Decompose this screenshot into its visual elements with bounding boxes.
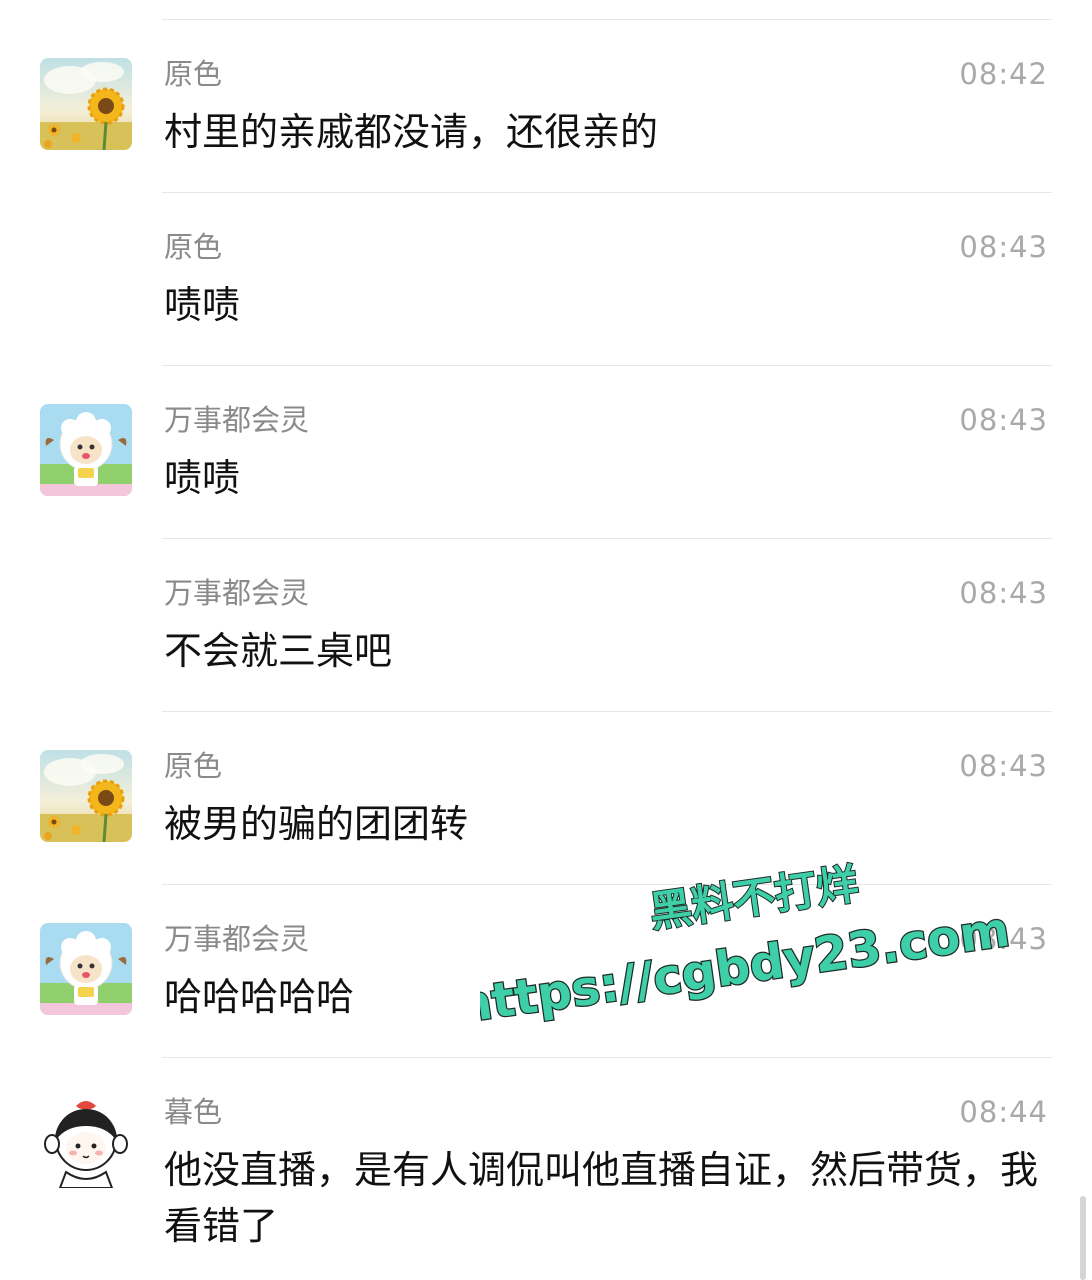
message-time: 08:43 xyxy=(959,749,1048,783)
message-row[interactable]: 万事都会灵 08:43 啧啧 xyxy=(0,366,1092,539)
message-text: 啧啧 xyxy=(164,456,241,500)
message-text: 啧啧 xyxy=(164,283,241,327)
avatar-lamb[interactable] xyxy=(40,404,132,496)
message-row[interactable]: 原色 08:43 啧啧 xyxy=(0,193,1092,366)
sender-name: 暮色 xyxy=(164,1095,223,1129)
message-text: 不会就三桌吧 xyxy=(164,629,393,673)
sender-name: 原色 xyxy=(164,57,223,91)
message-row[interactable]: 万事都会灵 08:43 哈哈哈哈哈 xyxy=(0,885,1092,1058)
message-row[interactable]: 暮色 08:44 他没直播，是有人调侃叫他直播自证，然后带货，我看错了 xyxy=(0,1058,1092,1280)
sender-name: 原色 xyxy=(164,749,223,783)
message-row[interactable]: 万事都会灵 08:43 不会就三桌吧 xyxy=(0,539,1092,712)
sender-name: 万事都会灵 xyxy=(164,576,310,610)
message-text: 被男的骗的团团转 xyxy=(164,802,469,846)
message-time: 08:43 xyxy=(959,230,1048,264)
scrollbar[interactable] xyxy=(1080,1196,1086,1280)
message-time: 08:42 xyxy=(959,57,1048,91)
message-time: 08:43 xyxy=(959,403,1048,437)
message-time: 08:43 xyxy=(959,922,1048,956)
avatar-sunflower[interactable] xyxy=(40,750,132,842)
sender-name: 万事都会灵 xyxy=(164,403,310,437)
sender-name: 万事都会灵 xyxy=(164,922,310,956)
message-text: 他没直播，是有人调侃叫他直播自证，然后带货，我看错了 xyxy=(164,1148,1039,1248)
avatar-sunflower[interactable] xyxy=(40,58,132,150)
message-text: 村里的亲戚都没请，还很亲的 xyxy=(164,110,659,154)
avatar-lamb[interactable] xyxy=(40,923,132,1015)
message-row[interactable]: 原色 08:42 村里的亲戚都没请，还很亲的 xyxy=(0,20,1092,193)
message-time: 08:43 xyxy=(959,576,1048,610)
message-time: 08:44 xyxy=(959,1095,1048,1129)
avatar-chick-girl[interactable] xyxy=(40,1096,132,1188)
message-row[interactable]: 原色 08:43 被男的骗的团团转 xyxy=(0,712,1092,885)
sender-name: 原色 xyxy=(164,230,223,264)
message-text: 哈哈哈哈哈 xyxy=(164,975,355,1019)
